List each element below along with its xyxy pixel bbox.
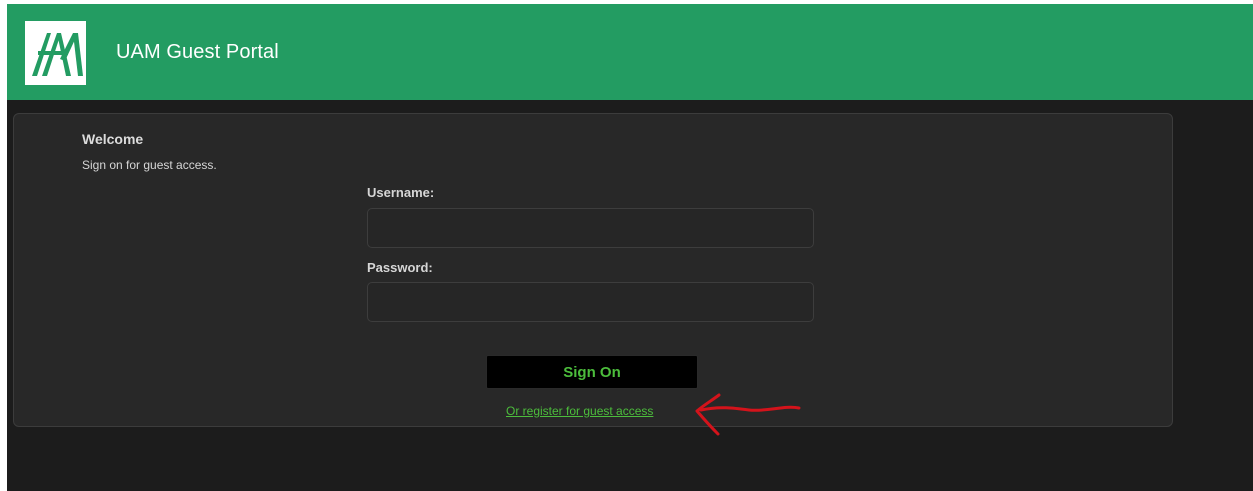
login-panel: Welcome Sign on for guest access. Userna… — [13, 113, 1173, 427]
uam-logo-icon — [25, 21, 86, 85]
register-guest-link[interactable]: Or register for guest access — [506, 404, 653, 418]
page: UAM Guest Portal Welcome Sign on for gue… — [7, 4, 1253, 491]
welcome-subtitle: Sign on for guest access. — [82, 158, 217, 172]
password-label: Password: — [367, 260, 433, 275]
sign-on-button[interactable]: Sign On — [486, 355, 698, 389]
password-input[interactable] — [367, 282, 814, 322]
welcome-heading: Welcome — [82, 131, 144, 147]
username-input[interactable] — [367, 208, 814, 248]
site-title: UAM Guest Portal — [116, 41, 279, 63]
header-bar: UAM Guest Portal — [7, 4, 1253, 100]
red-arrow-icon — [695, 393, 801, 436]
username-label: Username: — [367, 185, 435, 200]
